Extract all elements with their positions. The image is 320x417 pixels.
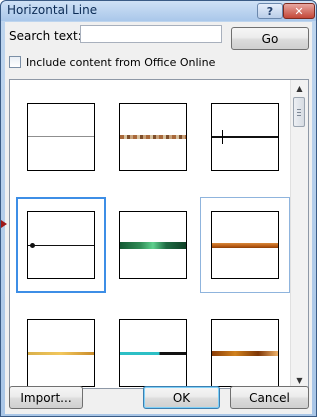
gallery-item[interactable] xyxy=(108,197,198,293)
thin-gray-line-icon xyxy=(27,103,95,171)
horizontal-line-dialog: Horizontal Line ? ✕ Search text: Go Incl… xyxy=(0,0,317,417)
scroll-up-arrow-icon[interactable]: ▲ xyxy=(291,80,308,96)
dialog-body: Search text: Go Include content from Off… xyxy=(5,22,312,414)
close-icon: ✕ xyxy=(294,4,304,18)
gallery-scrollbar[interactable]: ▲ ▼ xyxy=(290,80,308,388)
scroll-thumb[interactable] xyxy=(293,97,305,127)
line-gallery: ▲ ▼ xyxy=(9,79,309,389)
close-button[interactable]: ✕ xyxy=(283,3,315,19)
teal-black-line-icon xyxy=(119,319,187,387)
title-bar: Horizontal Line ? ✕ xyxy=(1,1,316,21)
include-online-label: Include content from Office Online xyxy=(26,55,216,69)
dialog-title: Horizontal Line xyxy=(7,3,98,17)
include-online-checkbox[interactable] xyxy=(9,56,21,68)
gallery-item[interactable] xyxy=(108,89,198,185)
import-button[interactable]: Import... xyxy=(9,386,83,409)
gallery-item[interactable] xyxy=(108,305,198,388)
gold-line-icon xyxy=(27,319,95,387)
brown-orange-line-icon xyxy=(211,319,279,387)
include-online-option[interactable]: Include content from Office Online xyxy=(9,55,215,69)
go-button[interactable]: Go xyxy=(231,27,309,50)
gallery-item[interactable] xyxy=(200,89,290,185)
help-button[interactable]: ? xyxy=(257,3,283,19)
gallery-item[interactable] xyxy=(16,305,106,388)
black-line-with-tick-icon xyxy=(211,103,279,171)
gallery-item-selected[interactable] xyxy=(16,197,106,293)
black-line-with-dot-icon xyxy=(27,211,95,279)
gallery-item-hovered[interactable] xyxy=(200,197,290,293)
gallery-item[interactable] xyxy=(200,305,290,388)
orange-bar-line-icon xyxy=(211,211,279,279)
search-input[interactable] xyxy=(80,25,222,43)
gallery-item[interactable] xyxy=(16,89,106,185)
help-icon: ? xyxy=(266,4,274,18)
cancel-button[interactable]: Cancel xyxy=(230,386,309,409)
green-gradient-line-icon xyxy=(119,211,187,279)
textured-brown-line-icon xyxy=(119,103,187,171)
pointer-arrow-icon xyxy=(1,220,7,228)
ok-button[interactable]: OK xyxy=(143,386,220,409)
search-text-label: Search text: xyxy=(9,29,82,43)
